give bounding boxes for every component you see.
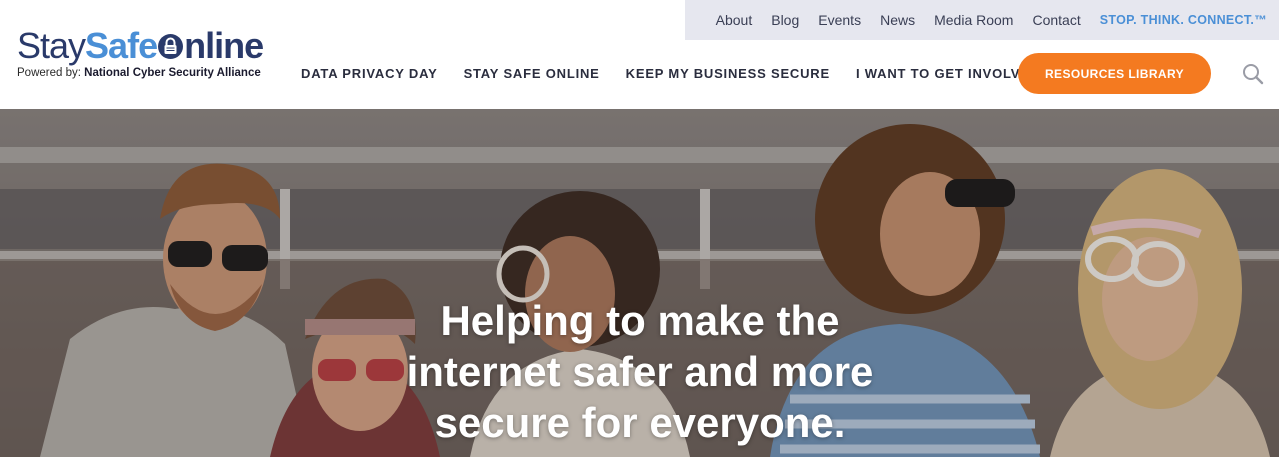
utility-link-blog[interactable]: Blog bbox=[771, 12, 799, 28]
search-icon[interactable] bbox=[1242, 63, 1264, 85]
hero-heading: Helping to make the internet safer and m… bbox=[340, 295, 940, 448]
utility-link-contact[interactable]: Contact bbox=[1032, 12, 1080, 28]
utility-nav: About Blog Events News Media Room Contac… bbox=[685, 0, 1279, 40]
nav-item-stay-safe-online[interactable]: STAY SAFE ONLINE bbox=[464, 66, 600, 81]
hero-line-2: internet safer and more bbox=[406, 348, 874, 395]
nav-item-data-privacy-day[interactable]: DATA PRIVACY DAY bbox=[301, 66, 438, 81]
logo-wordmark: Stay Safe nline bbox=[17, 25, 264, 66]
nav-item-get-involved[interactable]: I WANT TO GET INVOLVED bbox=[856, 66, 1040, 81]
site-header: About Blog Events News Media Room Contac… bbox=[0, 0, 1279, 109]
logo-stay-text: Stay bbox=[17, 25, 86, 66]
logo-safe-text: Safe bbox=[85, 25, 158, 66]
hero-line-3: secure for everyone. bbox=[434, 399, 846, 446]
logo-online-suffix: nline bbox=[184, 25, 264, 66]
utility-link-news[interactable]: News bbox=[880, 12, 915, 28]
logo-tagline: Powered by: National Cyber Security Alli… bbox=[17, 67, 263, 79]
hero-banner: Helping to make the internet safer and m… bbox=[0, 109, 1279, 457]
logo-online-text: nline bbox=[157, 25, 264, 66]
nav-item-keep-my-business-secure[interactable]: KEEP MY BUSINESS SECURE bbox=[626, 66, 830, 81]
logo-powered-org: National Cyber Security Alliance bbox=[84, 67, 261, 79]
main-nav: DATA PRIVACY DAY STAY SAFE ONLINE KEEP M… bbox=[301, 66, 1066, 81]
utility-link-about[interactable]: About bbox=[716, 12, 753, 28]
lock-icon bbox=[158, 33, 184, 59]
utility-link-events[interactable]: Events bbox=[818, 12, 861, 28]
utility-link-stop-think-connect[interactable]: STOP. THINK. CONNECT.™ bbox=[1100, 13, 1267, 27]
site-logo[interactable]: Stay Safe nline Powered by: National Cyber… bbox=[17, 25, 264, 80]
logo-powered-prefix: Powered by: bbox=[17, 67, 81, 79]
resources-library-button[interactable]: RESOURCES LIBRARY bbox=[1018, 53, 1211, 94]
hero-line-1: Helping to make the bbox=[440, 297, 840, 344]
utility-link-media-room[interactable]: Media Room bbox=[934, 12, 1013, 28]
